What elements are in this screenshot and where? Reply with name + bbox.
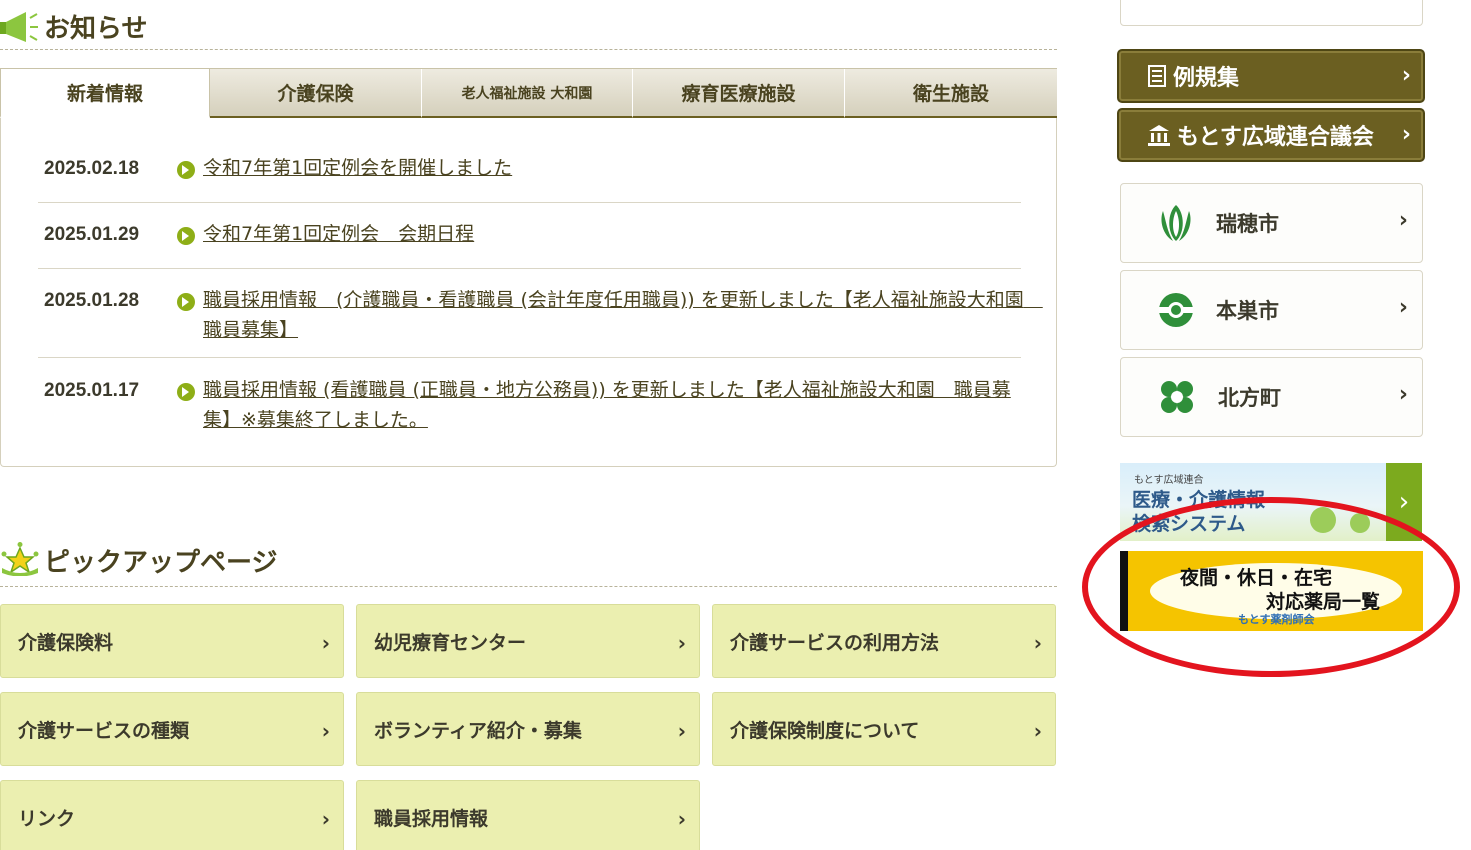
tab-new-info[interactable]: 新着情報 — [0, 68, 210, 118]
banner-org-label: もとす薬剤師会 — [1238, 613, 1315, 626]
tree-decoration — [1310, 507, 1336, 533]
city-link-kitagata[interactable]: 北方町 › — [1120, 357, 1423, 437]
pickup-section-header: ピックアップページ — [0, 534, 1057, 587]
chevron-right-icon: › — [1386, 463, 1422, 541]
pickup-label: ボランティア紹介・募集 — [374, 719, 582, 742]
pickup-label: 介護保険料 — [18, 631, 114, 654]
motosu-emblem-icon — [1159, 293, 1193, 327]
news-item: 2025.02.18 令和7年第1回定例会を開催しました — [38, 157, 1021, 203]
mizuho-emblem-icon — [1161, 205, 1191, 241]
news-date: 2025.01.29 — [44, 224, 140, 245]
arrow-bullet-icon — [177, 227, 195, 245]
arrow-bullet-icon — [177, 161, 195, 179]
news-item: 2025.01.28 職員採用情報 (介護職員・看護職員 (会計年度任用職員))… — [38, 289, 1043, 358]
news-section-header: お知らせ — [0, 0, 1057, 50]
news-list-panel: 2025.02.18 令和7年第1回定例会を開催しました 2025.01.29 … — [0, 118, 1057, 467]
arrow-bullet-icon — [177, 383, 195, 401]
city-label: 北方町 — [1218, 386, 1281, 410]
banner-org-label: もとす広域連合 — [1134, 475, 1204, 486]
pickup-label: 介護サービスの種類 — [18, 719, 190, 742]
chevron-right-icon: › — [1033, 631, 1042, 655]
news-title: お知らせ — [44, 14, 148, 44]
news-date: 2025.01.28 — [44, 290, 140, 311]
chevron-right-icon: › — [1401, 63, 1411, 88]
chevron-right-icon: › — [677, 807, 686, 831]
pickup-label: 介護保険制度について — [730, 719, 920, 742]
chevron-right-icon: › — [321, 631, 330, 655]
news-link[interactable]: 職員採用情報 (看護職員 (正職員・地方公務員)) を更新しました【老人福祉施設… — [203, 375, 1035, 435]
chevron-right-icon: › — [677, 719, 686, 743]
chevron-right-icon: › — [1398, 208, 1408, 233]
pickup-item[interactable]: 介護サービスの利用方法 › — [712, 604, 1056, 678]
news-date: 2025.01.17 — [44, 380, 140, 401]
news-date: 2025.02.18 — [44, 158, 140, 179]
assembly-button[interactable]: もとす広域連合議会 › — [1117, 108, 1425, 162]
chevron-right-icon: › — [321, 719, 330, 743]
pickup-item[interactable]: ボランティア紹介・募集 › — [356, 692, 700, 766]
pickup-label: 幼児療育センター — [374, 631, 527, 654]
tab-care-insurance[interactable]: 介護保険 — [210, 69, 422, 118]
regulations-label: 例規集 — [1173, 66, 1240, 91]
pickup-title: ピックアップページ — [44, 548, 278, 578]
tree-decoration — [1350, 513, 1370, 533]
medical-care-search-banner[interactable]: もとす広域連合 医療・介護情報 検索システム › — [1120, 463, 1422, 541]
banner-title-line1: 医療・介護情報 — [1132, 489, 1266, 511]
chevron-right-icon: › — [1033, 719, 1042, 743]
chevron-right-icon: › — [1398, 295, 1408, 320]
chevron-right-icon: › — [677, 631, 686, 655]
tab-elderly-welfare[interactable]: 老人福祉施設 大和園 — [422, 69, 633, 118]
sidebar-top-box — [1120, 0, 1423, 26]
building-icon — [1148, 125, 1170, 146]
pickup-item[interactable]: 介護サービスの種類 › — [0, 692, 344, 766]
pickup-item[interactable]: 介護保険料 › — [0, 604, 344, 678]
news-link[interactable]: 令和7年第1回定例会 会期日程 — [203, 219, 1035, 249]
news-link[interactable]: 職員採用情報 (介護職員・看護職員 (会計年度任用職員)) を更新しました【老人… — [203, 285, 1043, 345]
document-icon — [1148, 65, 1166, 87]
banner-title-line2: 対応薬局一覧 — [1266, 591, 1381, 613]
chevron-right-icon: › — [1398, 382, 1408, 407]
arrow-bullet-icon — [177, 293, 195, 311]
city-link-mizuho[interactable]: 瑞穂市 › — [1120, 183, 1423, 263]
pharmacy-list-banner[interactable]: 夜間・休日・在宅 対応薬局一覧 もとす薬剤師会 — [1120, 551, 1423, 631]
pickup-item[interactable]: リンク › — [0, 780, 344, 850]
chevron-right-icon: › — [1401, 122, 1411, 147]
regulations-button[interactable]: 例規集 › — [1117, 49, 1425, 103]
city-link-motosu[interactable]: 本巣市 › — [1120, 270, 1423, 350]
news-link[interactable]: 令和7年第1回定例会を開催しました — [203, 153, 1035, 183]
tab-sanitation[interactable]: 衛生施設 — [845, 69, 1057, 118]
star-crown-icon — [1, 542, 39, 576]
kitagata-emblem-icon — [1161, 381, 1193, 413]
pickup-item[interactable]: 幼児療育センター › — [356, 604, 700, 678]
pickup-label: 職員採用情報 — [374, 807, 489, 830]
news-item: 2025.01.17 職員採用情報 (看護職員 (正職員・地方公務員)) を更新… — [38, 379, 1021, 440]
banner-title-line1: 夜間・休日・在宅 — [1180, 567, 1333, 589]
news-tabs: 新着情報 介護保険 老人福祉施設 大和園 療育医療施設 衛生施設 — [0, 68, 1057, 118]
megaphone-icon — [0, 12, 38, 42]
news-item: 2025.01.29 令和7年第1回定例会 会期日程 — [38, 223, 1021, 269]
pickup-item[interactable]: 介護保険制度について › — [712, 692, 1056, 766]
chevron-right-icon: › — [321, 807, 330, 831]
city-label: 本巣市 — [1216, 299, 1279, 323]
pickup-label: リンク — [18, 807, 76, 830]
pickup-label: 介護サービスの利用方法 — [730, 631, 940, 654]
city-label: 瑞穂市 — [1216, 212, 1279, 236]
banner-title-line2: 検索システム — [1132, 513, 1246, 535]
pickup-item[interactable]: 職員採用情報 › — [356, 780, 700, 850]
assembly-label: もとす広域連合議会 — [1177, 125, 1374, 150]
tab-rehab-medical[interactable]: 療育医療施設 — [633, 69, 845, 118]
